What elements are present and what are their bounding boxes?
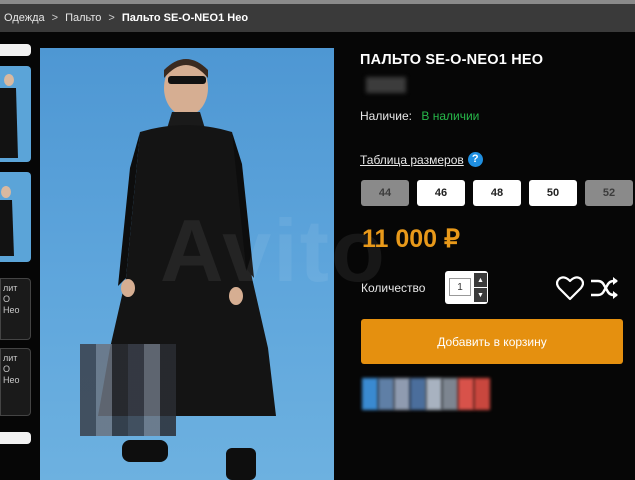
thumbnail-6[interactable] — [0, 432, 31, 444]
heart-icon[interactable] — [555, 275, 585, 306]
breadcrumb-separator: > — [108, 12, 115, 24]
availability-label: Наличие: — [360, 109, 413, 123]
avito-watermark: Avito — [160, 201, 387, 300]
quantity-stepper: 1 ▲ ▼ — [445, 271, 488, 304]
quantity-increase-button[interactable]: ▲ — [474, 273, 487, 287]
breadcrumb: Одежда > Пальто > Пальто SE-O-NEO1 Нео — [0, 4, 635, 32]
question-icon[interactable]: ? — [467, 152, 483, 167]
quantity-input[interactable]: 1 — [449, 278, 471, 296]
breadcrumb-item-coats[interactable]: Пальто — [65, 12, 101, 24]
thumbnail-5-text: лит O Нео — [3, 353, 20, 385]
shuffle-icon[interactable] — [589, 275, 619, 306]
size-option-44[interactable]: 44 — [361, 180, 409, 206]
availability-value: В наличии — [421, 109, 480, 123]
size-option-50[interactable]: 50 — [529, 180, 577, 206]
quantity-decrease-button[interactable]: ▼ — [474, 288, 487, 302]
product-title: ПАЛЬТО SE-O-NEO1 НЕО — [360, 52, 544, 68]
thumbnail-1[interactable] — [0, 44, 31, 56]
size-table-row: Таблица размеров ? — [360, 152, 483, 167]
product-price: 11 000 ₽ — [362, 225, 460, 253]
censor-pixelation — [80, 344, 176, 436]
thumbnail-3[interactable] — [0, 172, 31, 262]
breadcrumb-separator: > — [51, 12, 59, 24]
size-option-46[interactable]: 46 — [417, 180, 465, 206]
blurred-element — [366, 77, 406, 93]
size-table-link[interactable]: Таблица размеров — [360, 153, 464, 167]
availability-row: Наличие: В наличии — [360, 109, 479, 123]
breadcrumb-current: Пальто SE-O-NEO1 Нео — [121, 12, 249, 24]
size-option-52[interactable]: 52 — [585, 180, 633, 206]
size-selector: 44 46 48 50 52 — [361, 180, 635, 206]
add-to-cart-button[interactable]: Добавить в корзину — [361, 319, 623, 364]
thumbnail-4[interactable]: лит O Нео — [0, 278, 31, 340]
quantity-label: Количество — [361, 281, 426, 295]
thumbnail-5[interactable]: лит O Нео — [0, 348, 31, 416]
breadcrumb-item-clothing[interactable]: Одежда — [4, 12, 45, 24]
blurred-payment-row — [362, 378, 490, 410]
size-option-48[interactable]: 48 — [473, 180, 521, 206]
thumbnail-2[interactable] — [0, 66, 31, 162]
thumbnail-4-text: лит O Нео — [3, 283, 20, 315]
